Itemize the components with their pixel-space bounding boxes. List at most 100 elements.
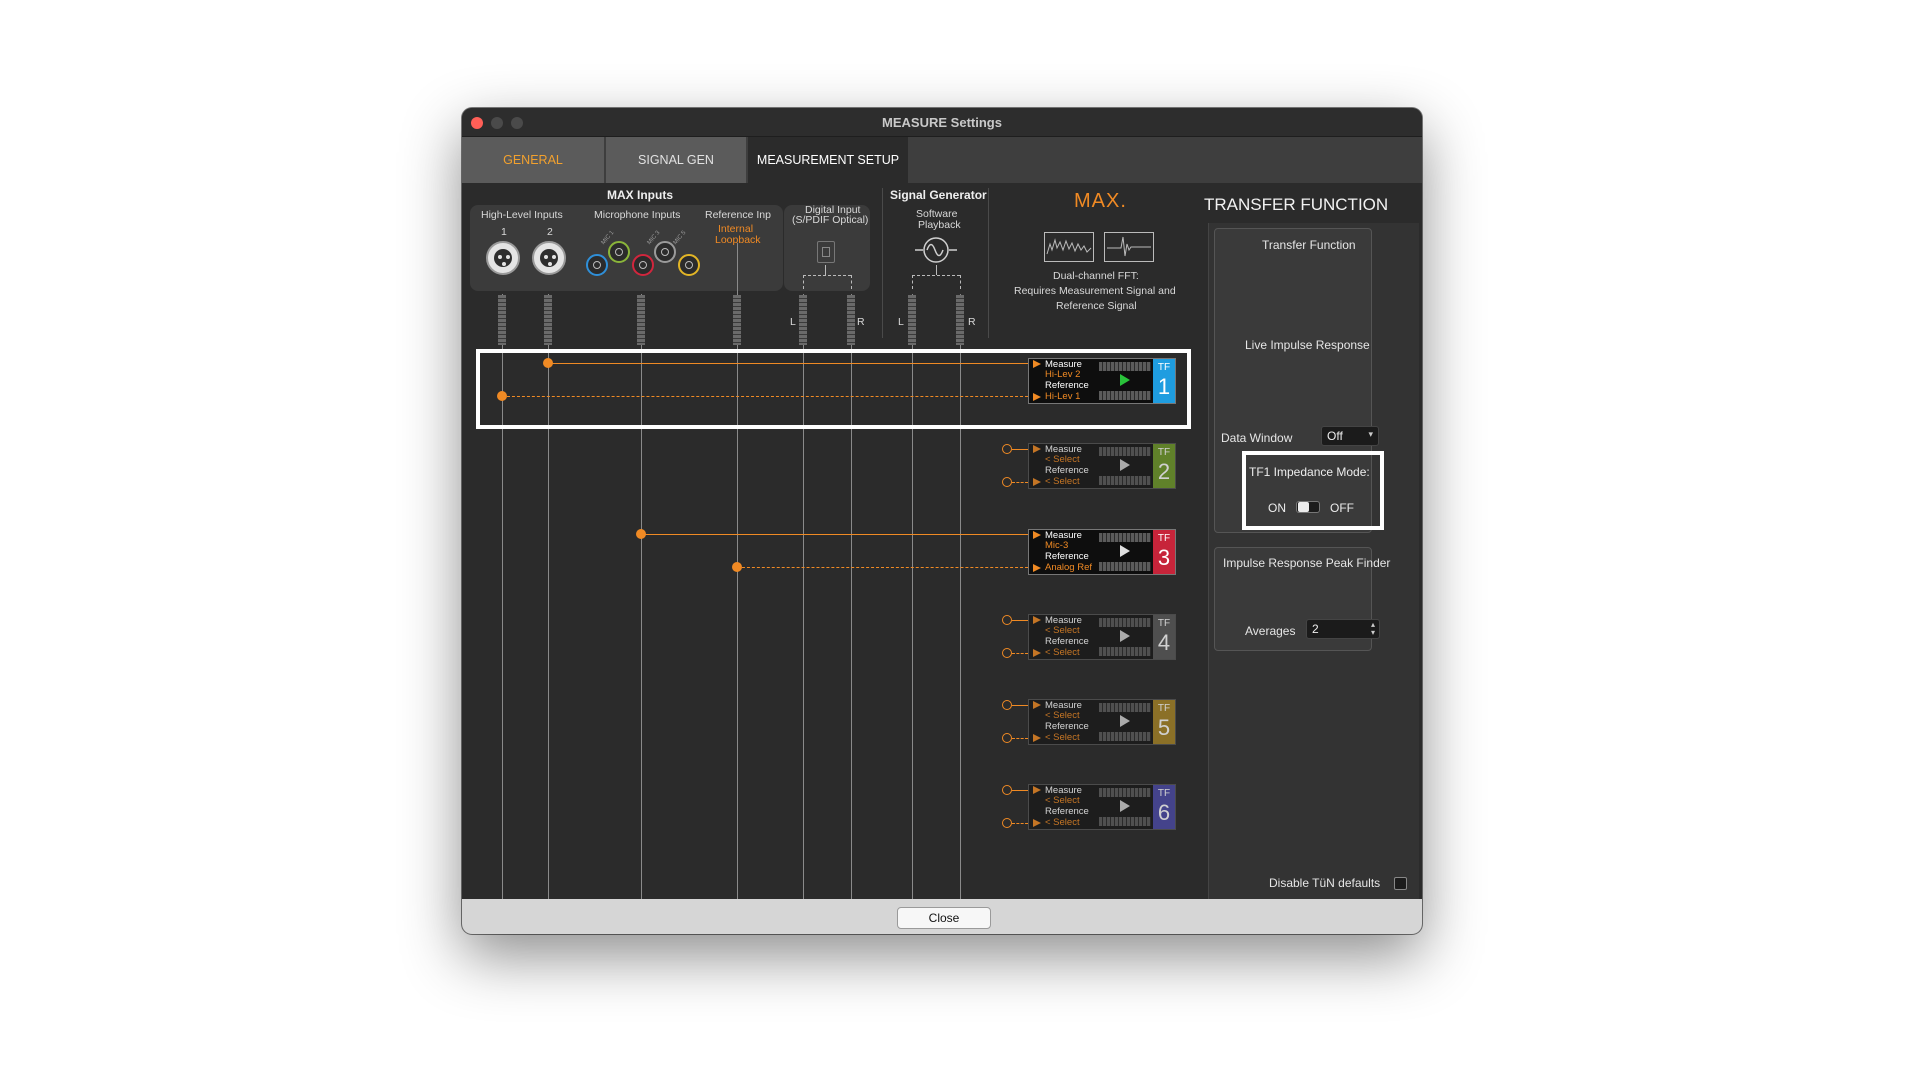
tf5-measure-route <box>1012 705 1028 706</box>
tf3-reference-meter <box>1099 562 1151 571</box>
mic-input-5-icon[interactable] <box>678 254 700 276</box>
tf3-measure-node[interactable] <box>636 529 646 539</box>
signal-generator-title: Signal Generator <box>890 188 987 202</box>
tf6-box[interactable]: Measure < Select Reference < Select TF 6 <box>1028 784 1176 830</box>
tf2-box[interactable]: Measure < Select Reference < Select TF 2 <box>1028 443 1176 489</box>
xlr-connector-icon[interactable] <box>532 241 566 275</box>
mic-input-2-icon[interactable] <box>608 241 630 263</box>
tf5-badge: TF 5 <box>1153 700 1175 744</box>
data-window-value: Off <box>1327 429 1343 443</box>
tf6-badge: TF 6 <box>1153 785 1175 829</box>
impedance-mode-highlight <box>1242 451 1384 530</box>
tf3-measure-value[interactable]: Mic-3 <box>1045 541 1068 551</box>
level-meter <box>847 295 855 345</box>
digital-split-line <box>803 275 804 289</box>
tf5-measure-meter <box>1099 703 1151 712</box>
tf5-reference-route <box>1012 738 1028 739</box>
tf3-reference-value[interactable]: Analog Ref <box>1045 563 1092 573</box>
tf4-reference-select[interactable]: < Select <box>1045 648 1080 658</box>
tf6-measure-meter <box>1099 788 1151 797</box>
tf6-measure-route <box>1012 790 1028 791</box>
tab-signal-gen[interactable]: SIGNAL GEN <box>606 137 748 183</box>
level-meter <box>733 295 741 345</box>
tf2-play-icon[interactable] <box>1120 459 1130 471</box>
digital-input-sublabel: (S/PDIF Optical) <box>792 214 869 226</box>
tf4-measure-select[interactable]: < Select <box>1045 626 1080 636</box>
tf2-reference-select[interactable]: < Select <box>1045 477 1080 487</box>
impulse-response-icon <box>1104 232 1154 262</box>
tf4-badge: TF 4 <box>1153 615 1175 659</box>
tf6-measure-input-node[interactable] <box>1002 785 1012 795</box>
tf4-measure-input-node[interactable] <box>1002 615 1012 625</box>
tf3-reference-node[interactable] <box>732 562 742 572</box>
tf3-reference-route <box>737 567 1028 568</box>
xlr-connector-icon[interactable] <box>486 241 520 275</box>
tf6-reference-meter <box>1099 817 1151 826</box>
tf4-play-icon[interactable] <box>1120 630 1130 642</box>
tf6-reference-select[interactable]: < Select <box>1045 818 1080 828</box>
tf4-reference-meter <box>1099 647 1151 656</box>
mic-input-4-icon[interactable] <box>654 241 676 263</box>
digital-left-label: L <box>790 316 796 328</box>
tf2-reference-input-node[interactable] <box>1002 477 1012 487</box>
reference-arrow-icon <box>1033 649 1041 657</box>
tf6-measure-select[interactable]: < Select <box>1045 796 1080 806</box>
peak-finder-label: Impulse Response Peak Finder <box>1223 556 1391 570</box>
siggen-split-line <box>936 265 937 275</box>
tf3-badge: TF 3 <box>1153 530 1175 574</box>
averages-value: 2 <box>1312 622 1319 636</box>
chevron-down-icon: ▾ <box>1368 429 1373 439</box>
tf5-reference-input-node[interactable] <box>1002 733 1012 743</box>
tf2-measure-input-node[interactable] <box>1002 444 1012 454</box>
tf2-reference-meter <box>1099 476 1151 485</box>
tf2-measure-select[interactable]: < Select <box>1045 455 1080 465</box>
mic-input-1-icon[interactable] <box>586 254 608 276</box>
averages-stepper[interactable]: 2 ▴ ▾ <box>1306 619 1380 639</box>
mic-input-3-icon[interactable] <box>632 254 654 276</box>
tf5-reference-select[interactable]: < Select <box>1045 733 1080 743</box>
high-level-ch1-label: 1 <box>501 226 507 238</box>
transfer-function-label: Transfer Function <box>1262 238 1356 252</box>
level-meter <box>908 295 916 345</box>
fft-spectrum-icon <box>1044 232 1094 262</box>
level-meter <box>498 295 506 345</box>
tab-bar: GENERAL SIGNAL GEN MEASUREMENT SETUP <box>462 137 1422 183</box>
tf3-play-icon[interactable] <box>1120 545 1130 557</box>
data-window-select[interactable]: Off ▾ <box>1321 426 1379 446</box>
siggen-left-label: L <box>898 316 904 328</box>
tf5-measure-input-node[interactable] <box>1002 700 1012 710</box>
close-button[interactable]: Close <box>897 907 991 929</box>
measurement-setup-content: MAX Inputs High-Level Inputs Microphone … <box>462 183 1422 899</box>
fft-info-line2: Requires Measurement Signal and <box>1014 285 1176 297</box>
tf5-box[interactable]: Measure < Select Reference < Select TF 5 <box>1028 699 1176 745</box>
tf4-box[interactable]: Measure < Select Reference < Select TF 4 <box>1028 614 1176 660</box>
tf5-play-icon[interactable] <box>1120 715 1130 727</box>
digital-split-line <box>825 265 826 275</box>
measure-arrow-icon <box>1033 531 1041 539</box>
level-meter <box>956 295 964 345</box>
digital-split-line <box>851 275 852 289</box>
tf3-box[interactable]: Measure Mic-3 Reference Analog Ref TF 3 <box>1028 529 1176 575</box>
impedance-mode-toggle[interactable] <box>1296 501 1320 513</box>
tf1-row-highlight <box>476 349 1191 429</box>
tf6-play-icon[interactable] <box>1120 800 1130 812</box>
disable-defaults-checkbox[interactable] <box>1394 877 1407 890</box>
tf5-reference-label: Reference <box>1045 721 1089 732</box>
impedance-on-label: ON <box>1268 501 1286 515</box>
tab-measurement-setup[interactable]: MEASUREMENT SETUP <box>748 137 910 183</box>
tf6-reference-input-node[interactable] <box>1002 818 1012 828</box>
siggen-split-line <box>960 275 961 289</box>
tf2-measure-route <box>1012 449 1028 450</box>
tab-general[interactable]: GENERAL <box>462 137 606 183</box>
high-level-inputs-label: High-Level Inputs <box>481 209 563 221</box>
digital-right-label: R <box>857 316 865 328</box>
measure-arrow-icon <box>1033 701 1041 709</box>
tf2-reference-label: Reference <box>1045 465 1089 476</box>
max-inputs-title: MAX Inputs <box>607 188 673 202</box>
tf4-measure-route <box>1012 620 1028 621</box>
tf4-reference-input-node[interactable] <box>1002 648 1012 658</box>
tf5-measure-select[interactable]: < Select <box>1045 711 1080 721</box>
siggen-split-line <box>912 275 913 289</box>
reference-arrow-icon <box>1033 564 1041 572</box>
measure-arrow-icon <box>1033 616 1041 624</box>
